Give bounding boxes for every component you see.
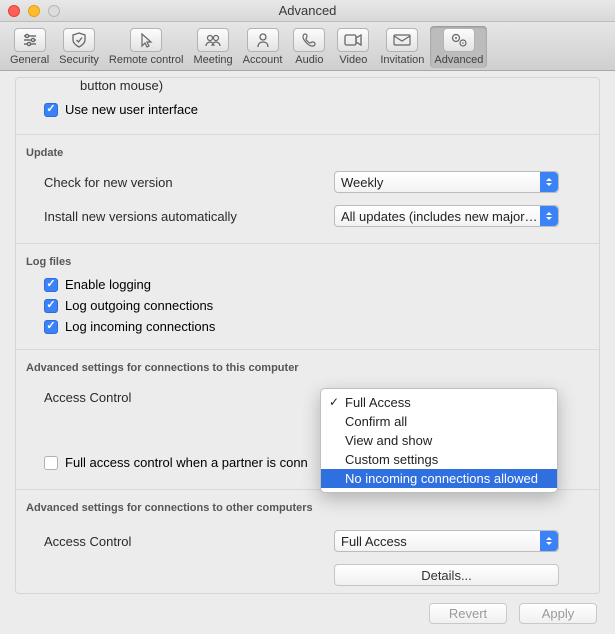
toolbar-label: Audio bbox=[295, 54, 323, 66]
menu-item-custom-settings[interactable]: Custom settings bbox=[321, 450, 557, 469]
toolbar-label: General bbox=[10, 54, 49, 66]
adv-this-heading: Advanced settings for connections to thi… bbox=[16, 349, 599, 380]
select-arrows-icon bbox=[540, 206, 558, 226]
revert-button[interactable]: Revert bbox=[429, 603, 507, 624]
menu-item-full-access[interactable]: Full Access bbox=[321, 393, 557, 412]
cursor-icon bbox=[130, 28, 162, 52]
enable-logging-checkbox[interactable] bbox=[44, 278, 58, 292]
log-incoming-label: Log incoming connections bbox=[65, 319, 215, 334]
logs-heading: Log files bbox=[16, 243, 599, 274]
log-incoming-checkbox[interactable] bbox=[44, 320, 58, 334]
settings-content: button mouse) Use new user interface Upd… bbox=[15, 77, 600, 594]
check-version-select[interactable]: Weekly bbox=[334, 171, 559, 193]
toolbar-audio[interactable]: Audio bbox=[288, 26, 330, 68]
check-version-label: Check for new version bbox=[44, 175, 334, 190]
toolbar-label: Invitation bbox=[380, 54, 424, 66]
select-arrows-icon bbox=[540, 172, 558, 192]
sliders-icon bbox=[14, 28, 46, 52]
log-outgoing-checkbox[interactable] bbox=[44, 299, 58, 313]
full-access-partner-checkbox[interactable] bbox=[44, 456, 58, 470]
access-control-dropdown-menu: Full Access Confirm all View and show Cu… bbox=[320, 388, 558, 493]
access-control-this-label: Access Control bbox=[44, 390, 334, 405]
partial-text-line: button mouse) bbox=[16, 78, 599, 99]
phone-icon bbox=[293, 28, 325, 52]
toolbar-meeting[interactable]: Meeting bbox=[189, 26, 236, 68]
toolbar-account[interactable]: Account bbox=[239, 26, 287, 68]
toolbar-invitation[interactable]: Invitation bbox=[376, 26, 428, 68]
menu-item-confirm-all[interactable]: Confirm all bbox=[321, 412, 557, 431]
access-control-other-value: Full Access bbox=[341, 534, 407, 549]
toolbar-label: Advanced bbox=[434, 54, 483, 66]
toolbar-video[interactable]: Video bbox=[332, 26, 374, 68]
install-auto-value: All updates (includes new major… bbox=[341, 209, 538, 224]
menu-item-no-incoming[interactable]: No incoming connections allowed bbox=[321, 469, 557, 488]
install-auto-label: Install new versions automatically bbox=[44, 209, 334, 224]
video-icon bbox=[337, 28, 369, 52]
check-version-value: Weekly bbox=[341, 175, 383, 190]
install-auto-select[interactable]: All updates (includes new major… bbox=[334, 205, 559, 227]
select-arrows-icon bbox=[540, 531, 558, 551]
use-new-ui-checkbox[interactable] bbox=[44, 103, 58, 117]
toolbar-label: Video bbox=[339, 54, 367, 66]
access-control-other-select[interactable]: Full Access bbox=[334, 530, 559, 552]
use-new-ui-label: Use new user interface bbox=[65, 102, 198, 117]
gears-icon bbox=[443, 28, 475, 52]
preferences-toolbar: General Security Remote control Meeting … bbox=[0, 22, 615, 71]
shield-icon bbox=[63, 28, 95, 52]
toolbar-remote-control[interactable]: Remote control bbox=[105, 26, 188, 68]
menu-item-view-and-show[interactable]: View and show bbox=[321, 431, 557, 450]
update-heading: Update bbox=[16, 134, 599, 165]
toolbar-label: Security bbox=[59, 54, 99, 66]
apply-button[interactable]: Apply bbox=[519, 603, 597, 624]
details-button[interactable]: Details... bbox=[334, 564, 559, 586]
full-access-partner-label: Full access control when a partner is co… bbox=[65, 455, 308, 470]
toolbar-label: Account bbox=[243, 54, 283, 66]
person-icon bbox=[247, 28, 279, 52]
toolbar-label: Remote control bbox=[109, 54, 184, 66]
window-title: Advanced bbox=[0, 3, 615, 18]
people-icon bbox=[197, 28, 229, 52]
access-control-other-label: Access Control bbox=[44, 534, 334, 549]
toolbar-general[interactable]: General bbox=[6, 26, 53, 68]
log-outgoing-label: Log outgoing connections bbox=[65, 298, 213, 313]
toolbar-label: Meeting bbox=[193, 54, 232, 66]
adv-other-heading: Advanced settings for connections to oth… bbox=[16, 489, 599, 520]
toolbar-security[interactable]: Security bbox=[55, 26, 103, 68]
envelope-icon bbox=[386, 28, 418, 52]
enable-logging-label: Enable logging bbox=[65, 277, 151, 292]
toolbar-advanced[interactable]: Advanced bbox=[430, 26, 487, 68]
